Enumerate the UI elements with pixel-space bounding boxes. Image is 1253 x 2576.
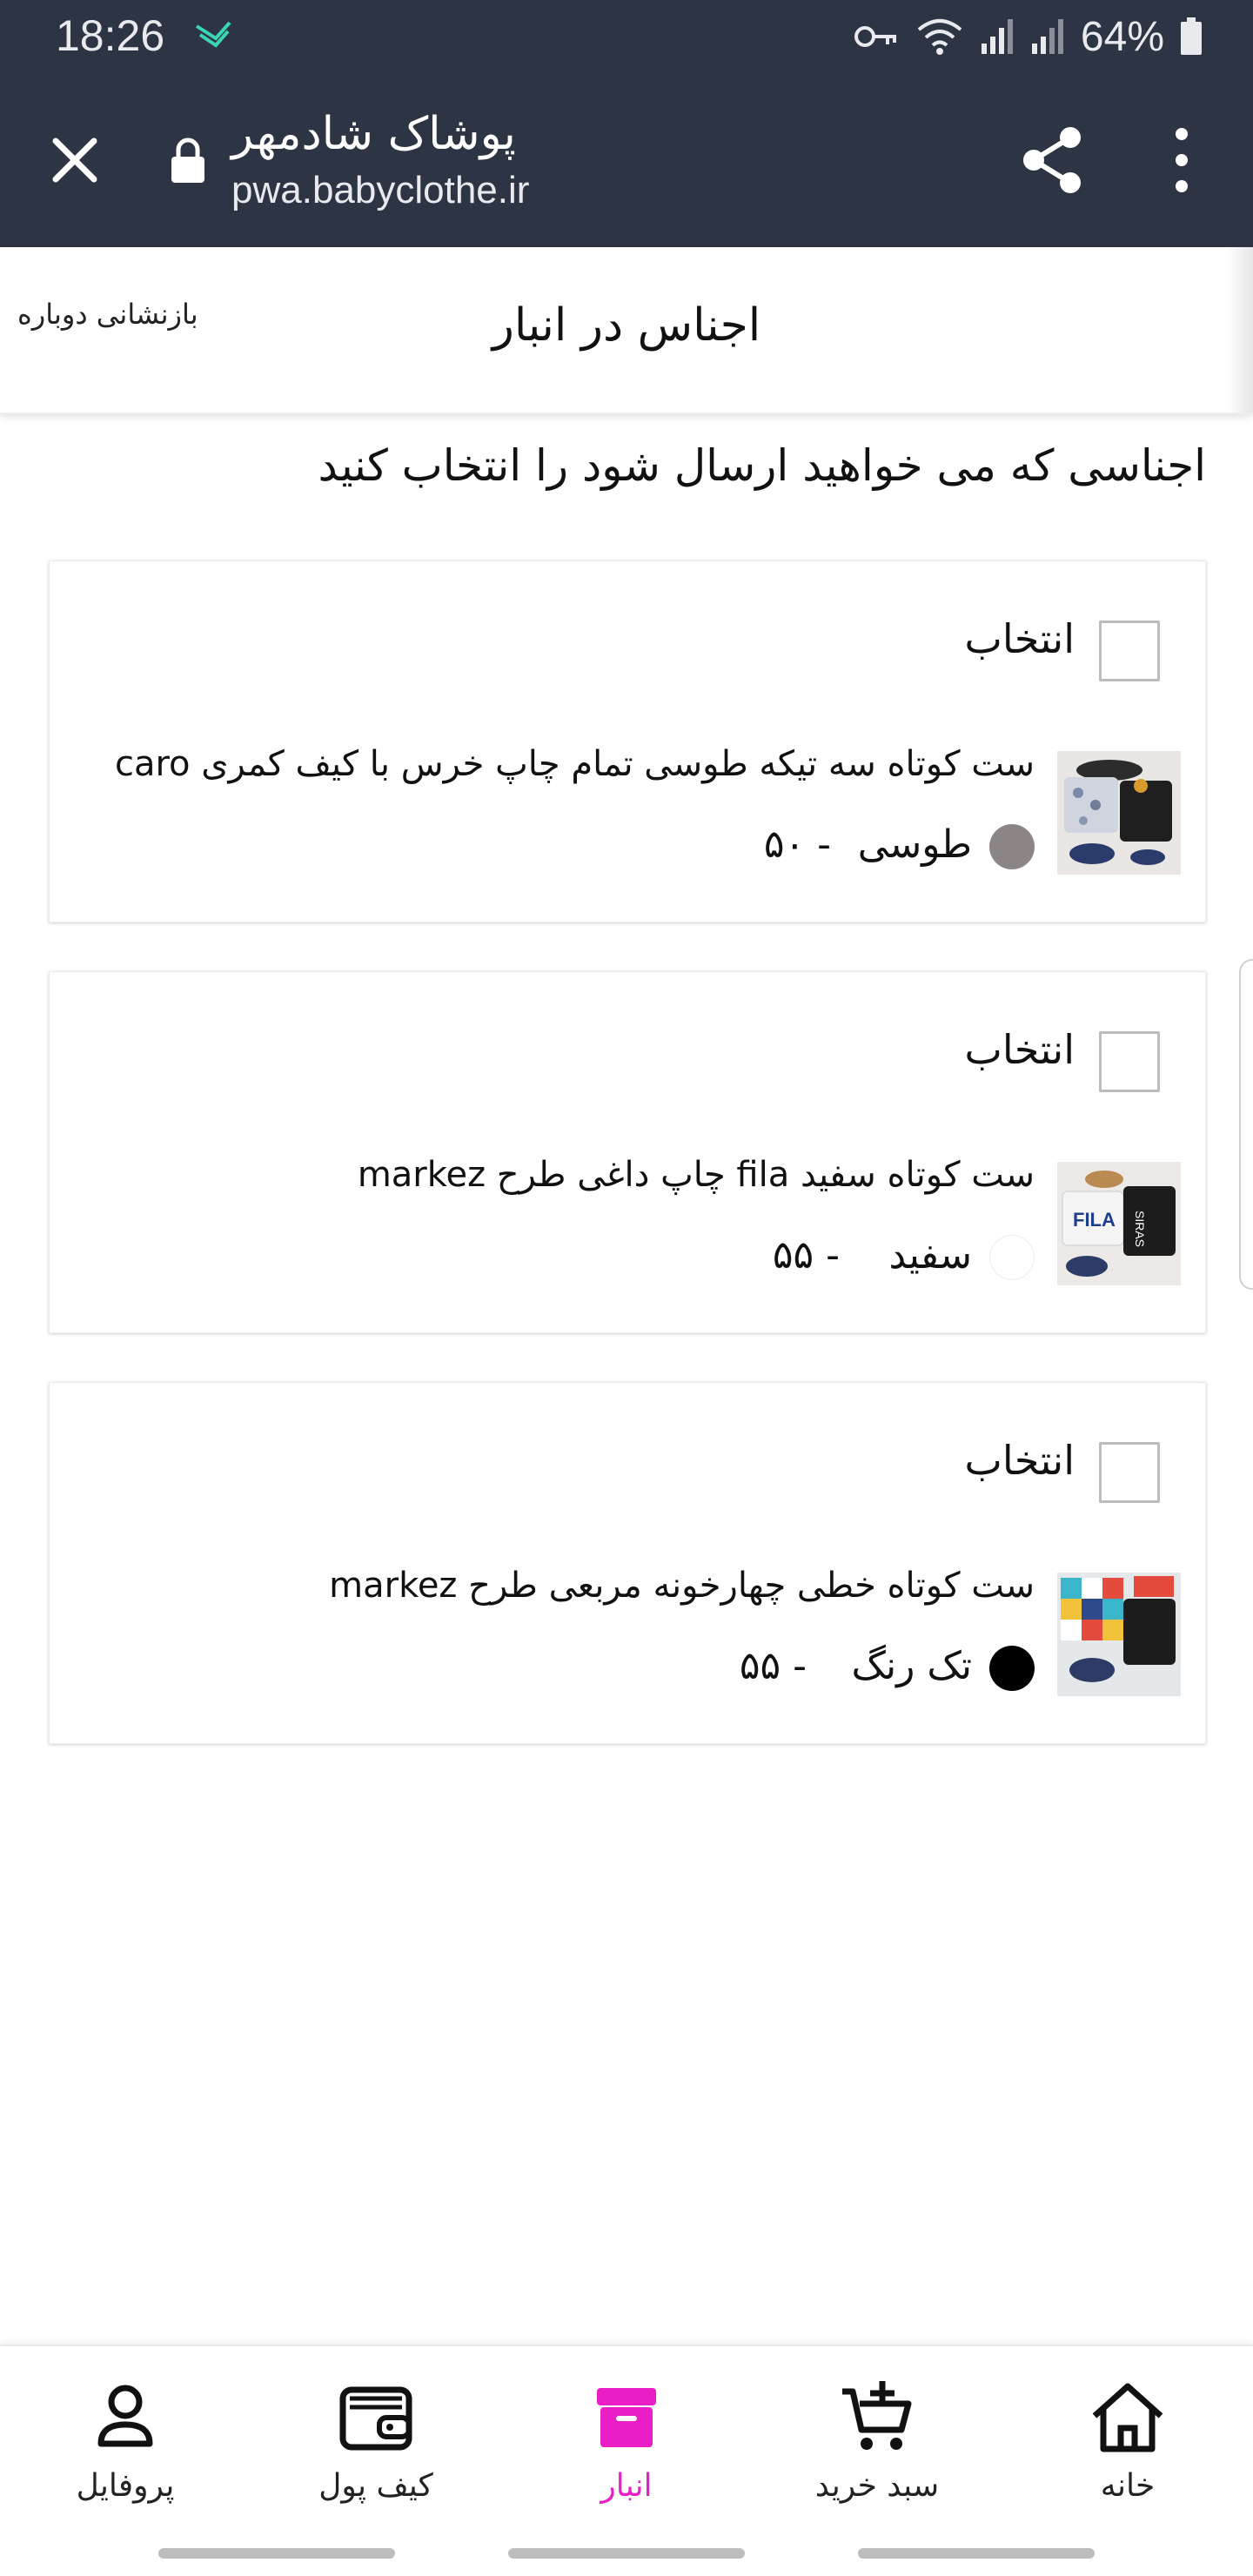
color-swatch <box>989 1646 1035 1691</box>
app-notification-icon <box>195 21 231 48</box>
signal-icon <box>1031 19 1063 54</box>
wallet-icon <box>339 2386 412 2451</box>
scroll-handle[interactable] <box>1239 959 1253 1290</box>
color-name: طوسی <box>857 822 972 867</box>
nav-item-cart[interactable]: سبد خرید <box>773 2364 982 2520</box>
system-gesture-bar <box>0 2532 1253 2576</box>
product-card: انتخاب ست کوتاه خطی چهارخونه مربعی طرح m… <box>49 1382 1206 1744</box>
instruction-text: اجناسی که می خواهید ارسال شود را انتخاب … <box>318 440 1206 491</box>
page-header: بازنشانی دوباره اجناس در انبار <box>0 247 1253 414</box>
color-name: سفید <box>888 1233 973 1278</box>
product-size: ۵۵ - <box>739 1644 807 1688</box>
status-time: 18:26 <box>56 11 165 60</box>
product-card: انتخاب ست کوتاه سه تیکه طوسی تمام چاپ خر… <box>49 560 1206 922</box>
cart-icon <box>842 2381 912 2450</box>
select-checkbox[interactable] <box>1099 1031 1160 1092</box>
select-label[interactable]: انتخاب <box>965 1437 1075 1484</box>
gesture-handle[interactable] <box>858 2548 1095 2559</box>
product-size: ۵۰ - <box>763 822 831 867</box>
page-title: اجناس در انبار <box>492 299 761 352</box>
gesture-handle[interactable] <box>508 2548 745 2559</box>
nav-item-wallet[interactable]: کیف پول <box>271 2364 480 2520</box>
nav-label: سبد خرید <box>814 2468 940 2504</box>
site-title: پوشاک شادمهر <box>231 108 516 160</box>
battery-percent: 64% <box>1080 13 1164 60</box>
wifi-icon <box>917 19 962 55</box>
color-swatch <box>989 1235 1035 1280</box>
product-thumbnail <box>1057 1573 1181 1696</box>
site-url[interactable]: pwa.babyclothe.ir <box>231 169 529 212</box>
lock-icon[interactable] <box>169 136 207 184</box>
signal-icon <box>981 19 1013 54</box>
product-name: ست کوتاه سه تیکه طوسی تمام چاپ خرس با کی… <box>114 744 1035 784</box>
nav-item-profile[interactable]: پروفایل <box>21 2364 230 2520</box>
nav-item-inventory[interactable]: انبار <box>522 2364 731 2520</box>
select-label[interactable]: انتخاب <box>965 1026 1075 1073</box>
product-name: ست کوتاه سفید fila چاپ داغی طرح markez <box>357 1155 1035 1195</box>
vpn-key-icon <box>854 26 896 47</box>
nav-label: خانه <box>1100 2468 1156 2504</box>
nav-label: پروفایل <box>76 2468 175 2504</box>
edge-shadow <box>1227 247 1253 413</box>
more-vert-icon[interactable] <box>1157 122 1206 198</box>
nav-label: کیف پول <box>318 2468 433 2504</box>
select-label[interactable]: انتخاب <box>965 615 1075 662</box>
color-name: تک رنگ <box>851 1644 973 1688</box>
nav-item-home[interactable]: خانه <box>1023 2364 1232 2520</box>
select-checkbox[interactable] <box>1099 1442 1160 1503</box>
product-name: ست کوتاه خطی چهارخونه مربعی طرح markez <box>329 1566 1035 1606</box>
svg-text:FILA: FILA <box>1073 1209 1116 1231</box>
gesture-handle[interactable] <box>158 2548 395 2559</box>
profile-icon <box>97 2385 153 2447</box>
inventory-icon <box>597 2388 656 2447</box>
battery-icon <box>1181 17 1202 55</box>
home-icon <box>1092 2383 1163 2452</box>
status-icons: 64% <box>853 10 1203 63</box>
bottom-navigation: پروفایل کیف پول انبار سبد خرید خانه <box>0 2345 1253 2532</box>
product-thumbnail <box>1057 751 1181 875</box>
product-card: انتخاب ست کوتاه سفید fila چاپ داغی طرح m… <box>49 971 1206 1333</box>
product-size: ۵۵ - <box>772 1233 840 1278</box>
nav-label: انبار <box>600 2468 653 2504</box>
status-bar: 18:26 64% <box>0 0 1253 73</box>
select-checkbox[interactable] <box>1099 621 1160 681</box>
share-icon[interactable] <box>1018 124 1088 197</box>
close-icon[interactable] <box>44 129 106 191</box>
product-thumbnail: FILA SIRAS <box>1057 1162 1181 1285</box>
browser-toolbar: پوشاک شادمهر pwa.babyclothe.ir <box>0 73 1253 247</box>
svg-text:SIRAS: SIRAS <box>1133 1211 1147 1247</box>
color-swatch <box>989 824 1035 869</box>
reset-button[interactable]: بازنشانی دوباره <box>17 298 198 331</box>
